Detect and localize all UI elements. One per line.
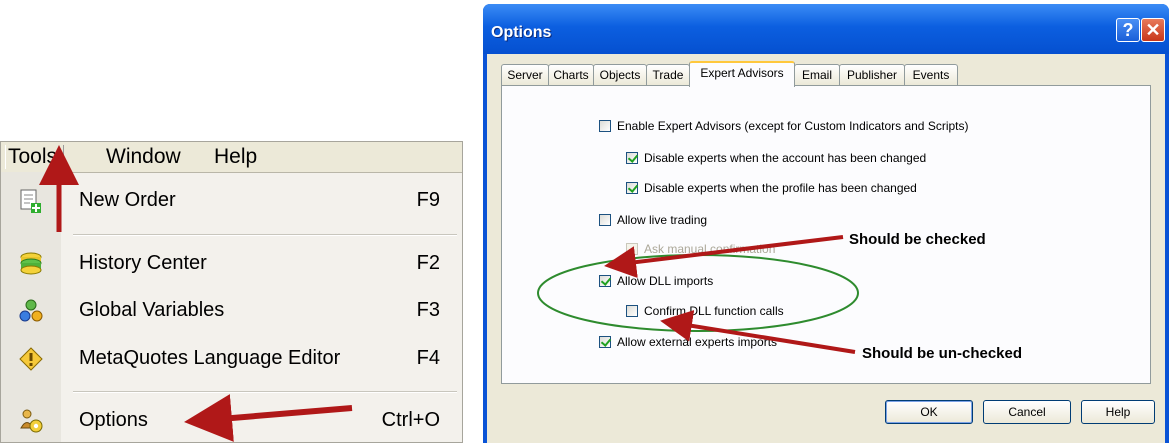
options-dialog: Options ? ✕ Server Charts Objects Trade … xyxy=(483,4,1169,443)
ok-button[interactable]: OK xyxy=(885,400,973,424)
checkbox-label: Confirm DLL function calls xyxy=(644,304,784,318)
annotation-should-be-unchecked: Should be un-checked xyxy=(862,345,1023,362)
menu-item-label: History Center xyxy=(79,252,207,274)
checkbox-label: Allow live trading xyxy=(617,213,708,227)
annotation-should-be-checked: Should be checked xyxy=(849,231,986,248)
expert-advisors-panel: Enable Expert Advisors (except for Custo… xyxy=(501,85,1151,384)
menu-bar: Tools Window Help xyxy=(1,142,462,173)
menu-item-label: New Order xyxy=(79,189,176,211)
tab-trade[interactable]: Trade xyxy=(646,64,690,85)
menu-separator xyxy=(73,234,457,236)
tools-menu: Tools Window Help New Order F9 History C… xyxy=(0,141,463,443)
menu-help[interactable]: Help xyxy=(214,145,257,169)
cancel-button[interactable]: Cancel xyxy=(983,400,1071,424)
tab-server[interactable]: Server xyxy=(501,64,549,85)
menu-item-shortcut: Ctrl+O xyxy=(381,409,440,431)
tab-email[interactable]: Email xyxy=(794,64,840,85)
tab-events[interactable]: Events xyxy=(904,64,958,85)
menu-item-new-order[interactable]: New Order F9 xyxy=(1,182,462,222)
menu-tools[interactable]: Tools xyxy=(5,145,65,169)
menu-item-history-center[interactable]: History Center F2 xyxy=(1,245,462,285)
checkbox-label: Allow external experts imports xyxy=(617,335,778,349)
menu-item-options[interactable]: Options Ctrl+O xyxy=(1,402,462,442)
checkbox-box xyxy=(599,120,611,132)
menu-window[interactable]: Window xyxy=(106,145,181,169)
menu-item-label: Global Variables xyxy=(79,299,225,321)
global-variables-icon xyxy=(19,299,43,322)
close-button[interactable]: ✕ xyxy=(1141,18,1165,42)
tab-publisher[interactable]: Publisher xyxy=(839,64,905,85)
checkbox-box xyxy=(626,243,638,255)
tools-dropdown: New Order F9 History Center F2 Global Va… xyxy=(1,172,462,442)
history-center-icon xyxy=(20,252,42,275)
menu-item-shortcut: F9 xyxy=(416,189,440,211)
options-icon xyxy=(20,409,43,433)
menu-item-shortcut: F4 xyxy=(416,347,440,369)
tab-charts[interactable]: Charts xyxy=(548,64,594,85)
checkbox-box xyxy=(626,305,638,317)
menu-separator xyxy=(73,391,457,393)
tab-objects[interactable]: Objects xyxy=(593,64,647,85)
menu-item-label: Options xyxy=(79,409,148,431)
checkbox-label: Ask manual confirmation xyxy=(644,242,776,256)
dialog-client: Server Charts Objects Trade Expert Advis… xyxy=(487,54,1165,443)
dialog-title: Options xyxy=(491,24,552,41)
menu-item-label: MetaQuotes Language Editor xyxy=(79,347,341,369)
checkbox-label: Disable experts when the profile has bee… xyxy=(644,181,917,195)
new-order-icon xyxy=(20,189,41,213)
help-title-button[interactable]: ? xyxy=(1116,18,1140,42)
checkbox-box xyxy=(599,336,611,348)
menu-item-metaquotes-editor[interactable]: MetaQuotes Language Editor F4 xyxy=(1,340,462,380)
checkbox-box xyxy=(626,152,638,164)
checkbox-box xyxy=(626,182,638,194)
help-button[interactable]: Help xyxy=(1081,400,1155,424)
checkbox-label: Disable experts when the account has bee… xyxy=(644,151,927,165)
metaquotes-editor-icon xyxy=(19,347,43,371)
tab-expert-advisors[interactable]: Expert Advisors xyxy=(689,61,795,87)
menu-item-global-variables[interactable]: Global Variables F3 xyxy=(1,292,462,332)
menu-item-shortcut: F3 xyxy=(416,299,440,321)
checkbox-label: Allow DLL imports xyxy=(617,274,714,288)
checkbox-label: Enable Expert Advisors (except for Custo… xyxy=(617,119,969,133)
menu-item-shortcut: F2 xyxy=(416,252,440,274)
checkbox-box xyxy=(599,275,611,287)
dialog-titlebar[interactable]: Options ? ✕ xyxy=(483,4,1169,54)
checkbox-box xyxy=(599,214,611,226)
